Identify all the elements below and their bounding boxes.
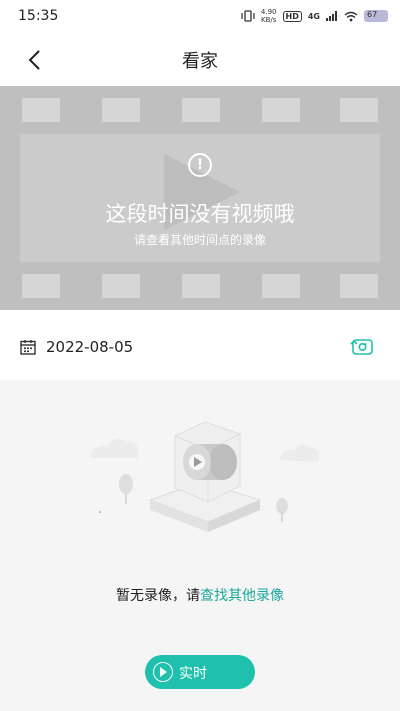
- signal-icon: [326, 11, 337, 21]
- calendar-icon[interactable]: [20, 339, 36, 355]
- video-cube-illustration: [90, 421, 320, 532]
- no-video-title: 这段时间没有视频哦: [105, 202, 295, 226]
- film-hole: [102, 274, 140, 298]
- battery-icon: 67: [364, 10, 388, 22]
- empty-message-text: 暂无录像，请: [116, 588, 200, 604]
- no-video-subtitle: 请查看其他时间点的录像: [133, 233, 266, 247]
- wifi-icon: [344, 11, 358, 21]
- film-hole: [262, 274, 300, 298]
- film-hole: [262, 98, 300, 122]
- date-row: 2022-08-05: [0, 318, 400, 380]
- live-view-button[interactable]: 实时: [145, 655, 255, 689]
- video-player[interactable]: ! 这段时间没有视频哦 请查看其他时间点的录像: [0, 86, 400, 310]
- net-speed-value: 4.90: [260, 8, 277, 16]
- film-hole: [102, 98, 140, 122]
- empty-message: 暂无录像，请查找其他录像: [0, 585, 400, 605]
- film-hole: [340, 98, 378, 122]
- status-icons: 4.90 KB/s HD 4G 67: [241, 6, 388, 26]
- empty-state-panel: 暂无录像，请查找其他录像 实时: [0, 380, 400, 711]
- find-other-recordings-link[interactable]: 查找其他录像: [200, 588, 284, 604]
- status-bar: 15:35 4.90 KB/s HD 4G 67: [0, 0, 400, 34]
- film-hole: [182, 274, 220, 298]
- page-title: 看家: [182, 51, 218, 72]
- date-picker[interactable]: 2022-08-05: [46, 338, 133, 356]
- hd-badge: HD: [282, 10, 302, 22]
- live-view-label: 实时: [179, 666, 207, 682]
- film-hole: [22, 274, 60, 298]
- exclamation-circle-icon: !: [188, 153, 212, 177]
- vibrate-icon: [241, 10, 255, 22]
- film-hole: [22, 98, 60, 122]
- status-time: 15:35: [18, 8, 59, 24]
- film-hole: [182, 98, 220, 122]
- header: 看家: [0, 34, 400, 86]
- net-speed-unit: KB/s: [261, 16, 277, 24]
- battery-text: 67: [367, 10, 378, 19]
- swap-icon[interactable]: [350, 337, 374, 357]
- network-type: 4G: [307, 11, 320, 21]
- play-circle-icon: [153, 662, 173, 682]
- film-hole: [340, 274, 378, 298]
- net-speed: 4.90 KB/s: [261, 8, 277, 24]
